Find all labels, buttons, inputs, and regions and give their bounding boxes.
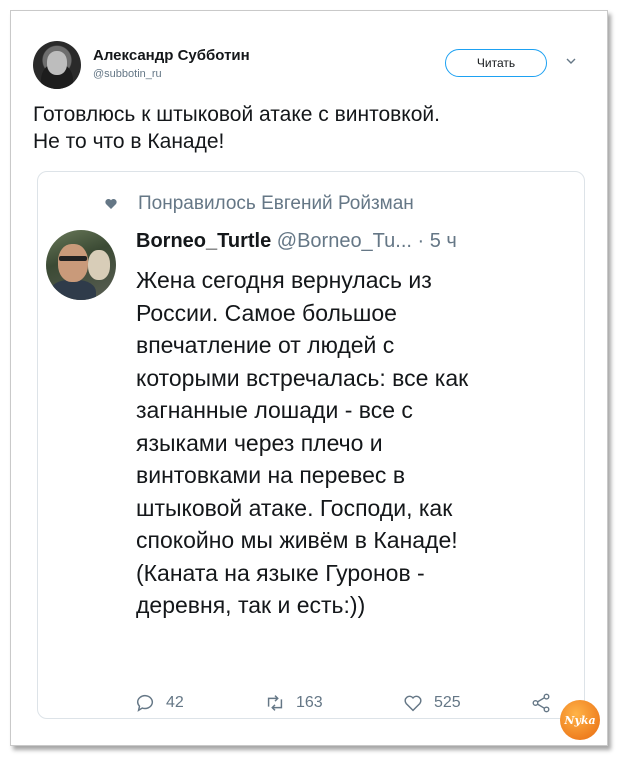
quoted-tweet[interactable]: Понравилось Евгений Ройзман Borneo_Turtl… — [37, 171, 585, 719]
quote-line: спокойно мы живём в Канаде! — [136, 527, 458, 553]
follow-button[interactable]: Читать — [445, 49, 547, 77]
quote-line: языками через плечо и — [136, 429, 383, 456]
quote-avatar[interactable] — [46, 230, 116, 300]
watermark-logo: Nyka — [560, 700, 600, 740]
quote-author-name[interactable]: Borneo_Turtle — [136, 230, 271, 252]
retweet-button[interactable]: 163 — [264, 692, 323, 714]
reply-icon — [136, 694, 153, 712]
author-avatar[interactable] — [33, 41, 81, 89]
like-count: 525 — [434, 694, 461, 711]
reply-count: 42 — [166, 694, 184, 711]
quote-line: загнанные лошади - все с — [136, 397, 413, 423]
watermark-text: Nyka — [564, 713, 596, 727]
heart-icon — [105, 198, 117, 209]
quote-line: которыми встречалась: все как — [136, 364, 469, 391]
quote-author-handle[interactable]: @Borneo_Tu... — [277, 230, 412, 252]
like-button[interactable]: 525 — [402, 692, 461, 714]
avatar-glasses — [59, 256, 87, 261]
tweet-header: Александр Субботин @subbotin_ru Читать — [33, 41, 593, 91]
quote-line: деревня, так и есть:)) — [136, 592, 366, 618]
tweet-text: Готовлюсь к штыковой атаке с винтовкой. … — [33, 101, 593, 155]
quote-timestamp[interactable]: · 5 ч — [418, 230, 457, 252]
quote-line: штыковой атаке. Господи, как — [136, 494, 453, 521]
quote-text: Жена сегодня вернулась из России. Самое … — [136, 264, 576, 622]
avatar-dog — [88, 250, 110, 280]
author-handle[interactable]: @subbotin_ru — [93, 68, 250, 80]
avatar-shirt — [50, 280, 96, 300]
chevron-down-icon[interactable] — [565, 55, 577, 67]
tweet-line: Готовлюсь к штыковой атаке с винтовкой. — [33, 103, 440, 126]
author-block[interactable]: Александр Субботин @subbotin_ru — [93, 47, 250, 80]
retweet-count: 163 — [296, 694, 323, 711]
author-name[interactable]: Александр Субботин — [93, 47, 250, 64]
quote-header: Borneo_Turtle @Borneo_Tu... · 5 ч — [136, 230, 457, 253]
like-icon — [404, 695, 422, 712]
tweet-line: Не то что в Канаде! — [33, 130, 225, 153]
quote-line: винтовками на перевес в — [136, 462, 406, 488]
quote-line: Жена сегодня вернулась из — [136, 267, 432, 293]
quote-line: впечатление от людей с — [136, 332, 395, 358]
tweet-card: Александр Субботин @subbotin_ru Читать Г… — [10, 10, 608, 746]
retweet-icon — [267, 695, 283, 711]
reply-button[interactable]: 42 — [134, 692, 184, 714]
liked-by-text[interactable]: Понравилось Евгений Ройзман — [138, 193, 414, 215]
quote-line: (Каната на языке Гуронов - — [136, 559, 425, 586]
quote-line: России. Самое большое — [136, 299, 397, 326]
share-button[interactable] — [530, 692, 552, 714]
liked-by-row: Понравилось Евгений Ройзман — [104, 190, 414, 218]
avatar-face — [58, 244, 88, 282]
share-icon — [532, 693, 550, 713]
